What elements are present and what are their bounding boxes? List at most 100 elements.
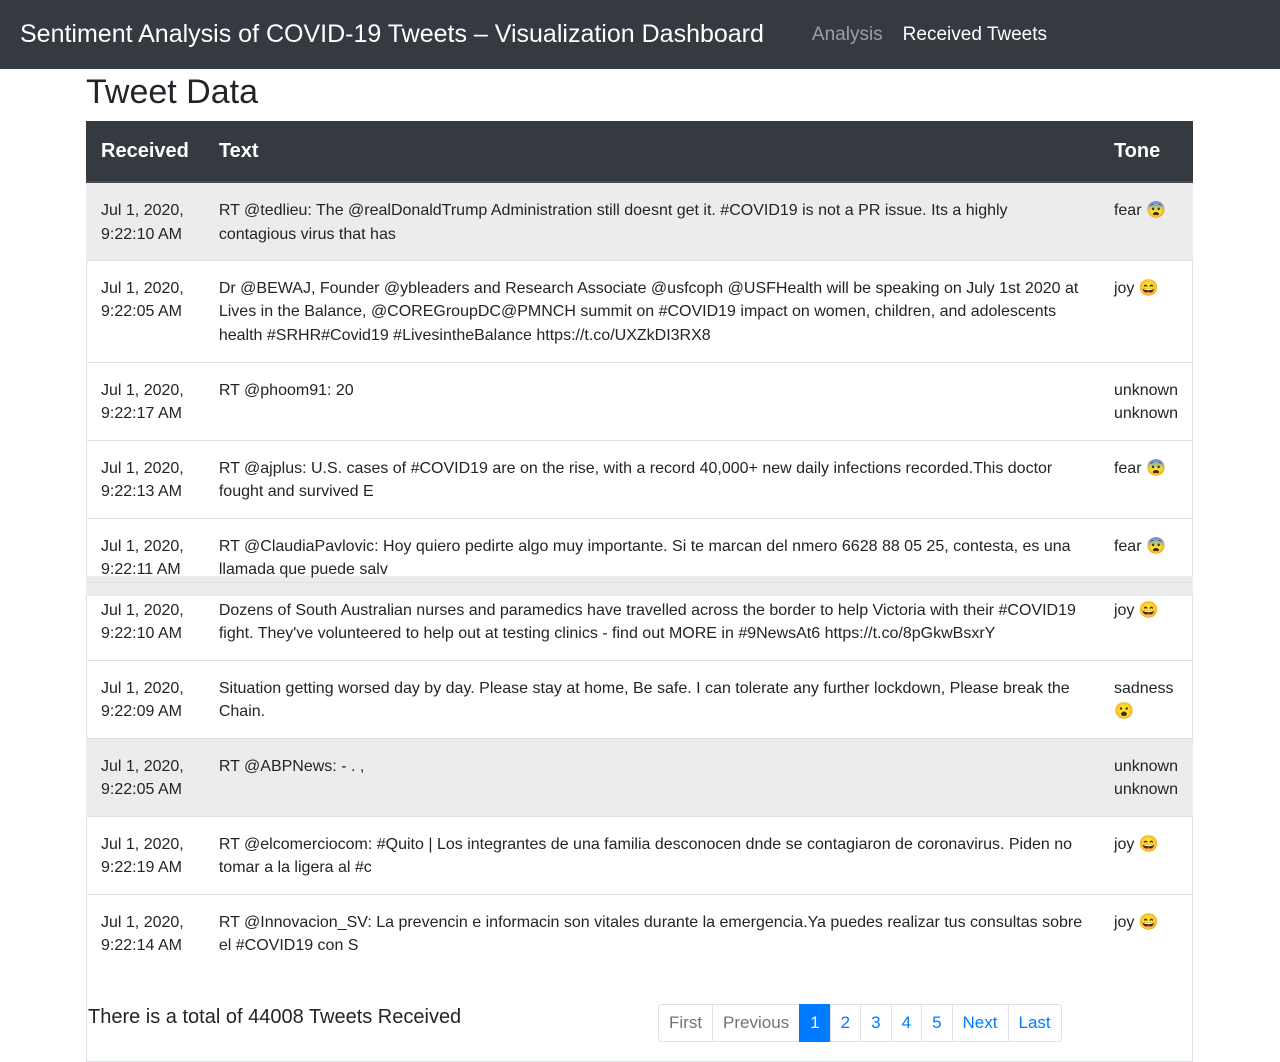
received-date: Jul 1, 2020, <box>101 279 184 297</box>
cell-received: Jul 1, 2020, 9:22:10 AM <box>86 181 204 260</box>
tone-emoji-icon: 😄 <box>1138 279 1159 297</box>
tone-unknown-label: unknown <box>1113 781 1178 798</box>
tone-label: joy <box>1113 835 1135 853</box>
cell-text: Dozens of South Australian nurses and pa… <box>203 581 1099 660</box>
header-text[interactable]: Text <box>203 121 1099 183</box>
received-date: Jul 1, 2020, <box>101 459 184 477</box>
tone-label: joy <box>1113 601 1135 619</box>
table-row: Jul 1, 2020, 9:22:13 AM RT @ajplus: U.S. c… <box>86 439 1193 518</box>
received-date: Jul 1, 2020, <box>101 537 184 555</box>
received-time: 9:22:17 AM <box>101 405 182 422</box>
pagination: First Previous 1 2 3 4 5 Next Last <box>658 1004 1062 1042</box>
received-date: Jul 1, 2020, <box>101 835 184 853</box>
received-time: 9:22:11 AM <box>101 561 181 578</box>
page-title: Tweet Data <box>86 73 258 111</box>
cell-received: Jul 1, 2020, 9:22:13 AM <box>86 439 204 518</box>
received-time: 9:22:09 AM <box>101 703 182 720</box>
pagination-page-1[interactable]: 1 <box>799 1004 831 1042</box>
tone-label: fear <box>1113 459 1142 477</box>
tone-emoji-icon: 😨 <box>1145 459 1166 477</box>
table-body: Jul 1, 2020, 9:22:10 AM RT @tedlieu: The @… <box>86 181 1193 972</box>
total-tweets-text: There is a total of 44008 Tweets Receive… <box>88 1006 462 1028</box>
cell-tone: unknown unknown <box>1098 737 1193 816</box>
tone-label: fear <box>1113 202 1142 219</box>
received-date: Jul 1, 2020, <box>101 601 184 619</box>
tone-emoji-icon: 😮 <box>1113 703 1134 720</box>
pagination-previous[interactable]: Previous <box>712 1004 801 1042</box>
nav-link-received-tweets[interactable]: Received Tweets <box>903 24 1047 46</box>
table-row: Jul 1, 2020, 9:22:05 AM RT @ABPNews: - . ,… <box>86 737 1193 816</box>
cell-received: Jul 1, 2020, 9:22:09 AM <box>86 659 204 738</box>
cell-tone: joy 😄 <box>1098 815 1193 894</box>
tone-emoji-icon: 😄 <box>1138 835 1159 853</box>
header-tone[interactable]: Tone <box>1098 121 1193 183</box>
tone-label: fear <box>1113 537 1142 555</box>
cell-text: RT @Innovacion_SV: La prevencin e inform… <box>203 893 1099 972</box>
tone-label: unknown <box>1113 381 1178 399</box>
received-date: Jul 1, 2020, <box>101 679 184 697</box>
tone-emoji-icon: 😨 <box>1145 202 1166 219</box>
tone-label: joy <box>1113 913 1135 931</box>
received-time: 9:22:19 AM <box>101 859 182 876</box>
table-header: Received Text Tone <box>86 121 1193 183</box>
table-row: Jul 1, 2020, 9:22:05 AM Dr @BEWAJ, Founder… <box>86 259 1193 362</box>
cell-received: Jul 1, 2020, 9:22:14 AM <box>86 893 204 972</box>
brand-title[interactable]: Sentiment Analysis of COVID-19 Tweets – … <box>20 20 764 49</box>
cell-tone: joy 😄 <box>1098 893 1193 972</box>
received-time: 9:22:13 AM <box>101 483 182 500</box>
pagination-page-4[interactable]: 4 <box>890 1004 923 1042</box>
cell-received: Jul 1, 2020, 9:22:10 AM <box>86 581 204 660</box>
cell-text: RT @ClaudiaPavlovic: Hoy quiero pedirte … <box>203 517 1099 582</box>
received-time: 9:22:10 AM <box>101 225 182 243</box>
tone-emoji-icon: 😄 <box>1138 601 1159 619</box>
table-row: Jul 1, 2020, 9:22:14 AM RT @Innovacion_SV:… <box>86 893 1193 972</box>
cell-text: RT @ajplus: U.S. cases of #COVID19 are o… <box>203 439 1099 518</box>
pagination-page-5[interactable]: 5 <box>921 1004 953 1042</box>
received-date: Jul 1, 2020, <box>101 757 184 775</box>
main-container: Tweet Data <box>86 69 1193 1062</box>
table-row: Jul 1, 2020, 9:22:11 AM RT @ClaudiaPavlovi… <box>86 517 1193 582</box>
cell-text: RT @elcomerciocom: #Quito | Los integran… <box>203 815 1099 894</box>
received-time: 9:22:14 AM <box>101 937 182 954</box>
pagination-first[interactable]: First <box>658 1004 714 1042</box>
received-time: 9:22:05 AM <box>101 781 182 798</box>
cell-text: RT @ABPNews: - . , <box>203 737 1099 816</box>
pagination-last[interactable]: Last <box>1007 1004 1062 1042</box>
cell-text: Dr @BEWAJ, Founder @ybleaders and Resear… <box>203 259 1099 362</box>
cell-text: RT @tedlieu: The @realDonaldTrump Admini… <box>203 181 1099 260</box>
received-time: 9:22:05 AM <box>101 303 182 320</box>
tone-label: unknown <box>1113 757 1178 775</box>
cell-tone: fear 😨 <box>1098 517 1193 582</box>
received-date: Jul 1, 2020, <box>101 202 184 219</box>
cell-received: Jul 1, 2020, 9:22:05 AM <box>86 259 204 362</box>
pagination-next[interactable]: Next <box>951 1004 1009 1042</box>
header-received[interactable]: Received <box>86 121 204 183</box>
cell-tone: sadness 😮 <box>1098 659 1193 738</box>
received-date: Jul 1, 2020, <box>101 913 184 931</box>
cell-text: Situation getting worsed day by day. Ple… <box>203 659 1099 738</box>
table-row: Jul 1, 2020, 9:22:10 AM Dozens of South Au… <box>86 581 1193 660</box>
nav-link-analysis[interactable]: Analysis <box>812 24 883 46</box>
pagination-page-2[interactable]: 2 <box>829 1004 862 1042</box>
cell-tone: joy 😄 <box>1098 259 1193 362</box>
tone-label: joy <box>1113 279 1135 297</box>
header-row: Received Text Tone <box>86 121 1193 183</box>
tone-emoji-icon: 😄 <box>1138 913 1159 931</box>
table-row: Jul 1, 2020, 9:22:10 AM RT @tedlieu: The @… <box>86 181 1193 260</box>
received-time: 9:22:10 AM <box>101 625 182 642</box>
tweets-table: Received Text Tone Jul 1, 2020, 9:22:10 A… <box>86 121 1193 972</box>
cell-received: Jul 1, 2020, 9:22:17 AM <box>86 361 204 440</box>
cell-text: RT @phoom91: 20 <box>203 361 1099 440</box>
cell-received: Jul 1, 2020, 9:22:19 AM <box>86 815 204 894</box>
cell-received: Jul 1, 2020, 9:22:11 AM <box>86 517 204 582</box>
top-navbar: Sentiment Analysis of COVID-19 Tweets – … <box>0 0 1280 69</box>
pagination-page-3[interactable]: 3 <box>860 1004 892 1042</box>
tone-emoji-icon: 😨 <box>1145 537 1166 555</box>
cell-tone: joy 😄 <box>1098 581 1193 660</box>
cell-tone: fear 😨 <box>1098 439 1193 518</box>
tone-unknown-label: unknown <box>1113 405 1178 422</box>
table-row: Jul 1, 2020, 9:22:17 AM RT @phoom91: 20 unk… <box>86 361 1193 440</box>
cell-received: Jul 1, 2020, 9:22:05 AM <box>86 737 204 816</box>
cell-tone: fear 😨 <box>1098 181 1193 260</box>
tone-label: sadness <box>1113 679 1174 697</box>
